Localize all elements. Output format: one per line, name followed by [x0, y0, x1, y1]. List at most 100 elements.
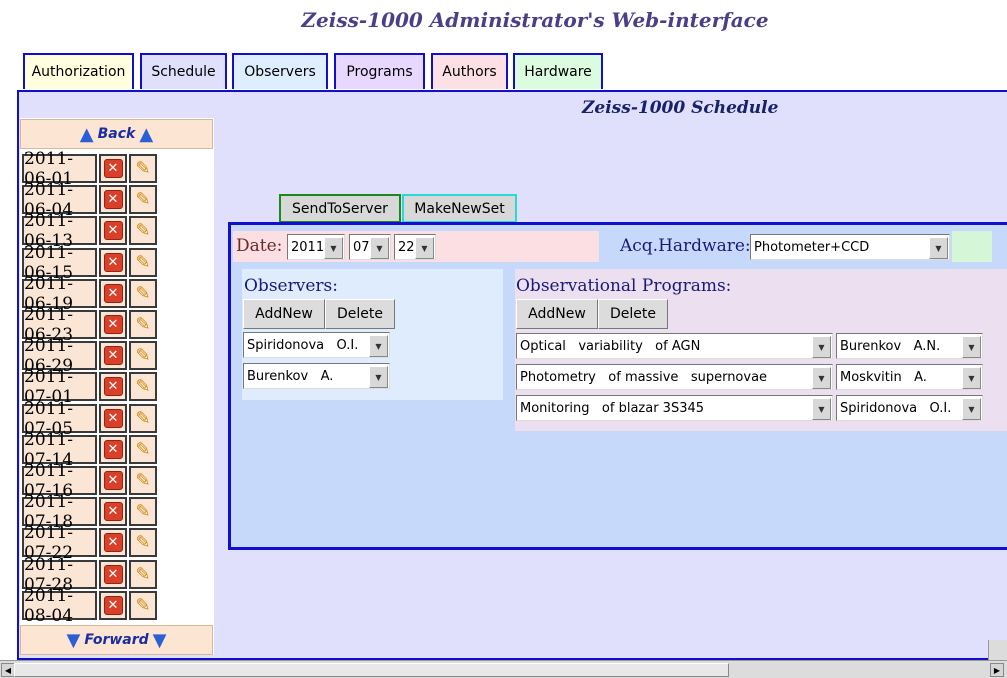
tab-observers[interactable]: Observers — [232, 53, 328, 89]
delete-date-button[interactable]: ✕ — [99, 435, 127, 464]
add-program-button[interactable]: AddNew — [516, 299, 598, 329]
delete-date-button[interactable]: ✕ — [99, 310, 127, 339]
delete-date-button[interactable]: ✕ — [99, 216, 127, 245]
tab-authors[interactable]: Authors — [431, 53, 508, 89]
arrow-up-icon: ▲ — [139, 123, 154, 145]
edit-date-button[interactable]: ✎ — [129, 154, 157, 183]
delete-date-button[interactable]: ✕ — [99, 279, 127, 308]
chevron-down-icon: ▼ — [415, 237, 434, 259]
observer-select-1[interactable]: Spiridonova O.I. ▼ — [243, 332, 390, 358]
program-select-2[interactable]: Photometry of massive supernovae ▼ — [516, 364, 833, 390]
program-value: Photometry of massive supernovae — [520, 369, 768, 385]
program-value: Optical variability of AGN — [520, 338, 701, 354]
chevron-down-icon: ▼ — [324, 237, 343, 259]
edit-date-button[interactable]: ✎ — [129, 528, 157, 557]
back-button[interactable]: ▲ Back ▲ — [20, 119, 213, 149]
observer-select-2[interactable]: Burenkov A. ▼ — [243, 363, 390, 389]
tab-hardware[interactable]: Hardware — [513, 53, 603, 89]
edit-date-button[interactable]: ✎ — [129, 310, 157, 339]
make-new-set-button[interactable]: MakeNewSet — [402, 194, 517, 223]
delete-date-button[interactable]: ✕ — [99, 466, 127, 495]
chevron-down-icon: ▼ — [812, 367, 831, 389]
year-select[interactable]: 2011 ▼ — [287, 234, 345, 260]
observers-title: Observers: — [244, 276, 338, 296]
month-select[interactable]: 07 ▼ — [349, 234, 391, 260]
delete-date-button[interactable]: ✕ — [99, 341, 127, 370]
delete-date-button[interactable]: ✕ — [99, 591, 127, 620]
edit-date-button[interactable]: ✎ — [129, 404, 157, 433]
program-value: Monitoring of blazar 3S345 — [520, 400, 705, 416]
arrow-down-icon: ▼ — [152, 629, 167, 651]
add-observer-button[interactable]: AddNew — [243, 299, 325, 329]
edit-date-button[interactable]: ✎ — [129, 435, 157, 464]
edit-date-button[interactable]: ✎ — [129, 279, 157, 308]
scroll-right-icon[interactable]: ▶ — [990, 663, 1004, 677]
tab-authorization[interactable]: Authorization — [23, 53, 134, 89]
horizontal-scrollbar[interactable]: ◀ ▶ — [0, 660, 1007, 678]
hardware-label: Acq.Hardware: — [620, 236, 751, 256]
program-author-select-3[interactable]: Spiridonova O.I. ▼ — [836, 395, 983, 421]
edit-date-button[interactable]: ✎ — [129, 466, 157, 495]
pencil-icon: ✎ — [135, 563, 151, 585]
delete-date-button[interactable]: ✕ — [99, 560, 127, 589]
page-title: Zeiss-1000 Administrator's Web-interface — [301, 8, 769, 32]
program-select-1[interactable]: Optical variability of AGN ▼ — [516, 333, 833, 359]
delete-icon: ✕ — [103, 596, 123, 615]
program-select-3[interactable]: Monitoring of blazar 3S345 ▼ — [516, 395, 833, 421]
edit-date-button[interactable]: ✎ — [129, 560, 157, 589]
day-select[interactable]: 22 ▼ — [394, 234, 436, 260]
delete-date-button[interactable]: ✕ — [99, 372, 127, 401]
delete-date-button[interactable]: ✕ — [99, 404, 127, 433]
scroll-thumb[interactable] — [14, 663, 729, 677]
delete-icon: ✕ — [103, 159, 123, 178]
vertical-scrollbar[interactable] — [988, 640, 1007, 660]
forward-button[interactable]: ▼ Forward ▼ — [20, 625, 213, 655]
edit-date-button[interactable]: ✎ — [129, 341, 157, 370]
delete-date-button[interactable]: ✕ — [99, 528, 127, 557]
date-item[interactable]: 2011-07-22 — [22, 523, 97, 563]
pencil-icon: ✎ — [135, 188, 151, 210]
program-author-select-2[interactable]: Moskvitin A. ▼ — [836, 364, 983, 390]
pencil-icon: ✎ — [135, 500, 151, 522]
arrow-down-icon: ▼ — [66, 629, 81, 651]
month-value: 07 — [353, 239, 370, 255]
edit-date-button[interactable]: ✎ — [129, 591, 157, 620]
edit-date-button[interactable]: ✎ — [129, 497, 157, 526]
pencil-icon: ✎ — [135, 219, 151, 241]
back-label: Back — [97, 126, 136, 142]
date-item[interactable]: 2011-07-01 — [22, 367, 97, 407]
arrow-up-icon: ▲ — [79, 123, 94, 145]
edit-date-button[interactable]: ✎ — [129, 372, 157, 401]
delete-observer-button[interactable]: Delete — [325, 299, 395, 329]
program-author-select-1[interactable]: Burenkov A.N. ▼ — [836, 333, 983, 359]
edit-date-button[interactable]: ✎ — [129, 216, 157, 245]
delete-icon: ✕ — [103, 221, 123, 240]
pencil-icon: ✎ — [135, 438, 151, 460]
delete-date-button[interactable]: ✕ — [99, 497, 127, 526]
delete-date-button[interactable]: ✕ — [99, 185, 127, 214]
delete-icon: ✕ — [103, 253, 123, 272]
pencil-icon: ✎ — [135, 407, 151, 429]
chevron-down-icon: ▼ — [812, 336, 831, 358]
tab-programs[interactable]: Programs — [334, 53, 425, 89]
edit-date-button[interactable]: ✎ — [129, 185, 157, 214]
tab-schedule[interactable]: Schedule — [140, 53, 227, 89]
pencil-icon: ✎ — [135, 344, 151, 366]
delete-program-button[interactable]: Delete — [598, 299, 668, 329]
edit-date-button[interactable]: ✎ — [129, 248, 157, 277]
scroll-left-icon[interactable]: ◀ — [1, 663, 15, 677]
date-row: 2011-07-01 ✕ ✎ — [22, 367, 157, 407]
pencil-icon: ✎ — [135, 469, 151, 491]
observer-value: Burenkov A. — [247, 368, 334, 384]
date-row: 2011-07-22 ✕ ✎ — [22, 523, 157, 563]
hardware-select[interactable]: Photometer+CCD ▼ — [750, 234, 950, 260]
author-value: Moskvitin A. — [840, 369, 927, 385]
date-item[interactable]: 2011-06-13 — [22, 211, 97, 251]
date-item[interactable]: 2011-08-04 — [22, 586, 97, 626]
delete-date-button[interactable]: ✕ — [99, 154, 127, 183]
observer-value: Spiridonova O.I. — [247, 337, 359, 353]
chevron-down-icon: ▼ — [962, 336, 981, 358]
delete-icon: ✕ — [103, 190, 123, 209]
send-to-server-button[interactable]: SendToServer — [279, 194, 401, 223]
delete-date-button[interactable]: ✕ — [99, 248, 127, 277]
